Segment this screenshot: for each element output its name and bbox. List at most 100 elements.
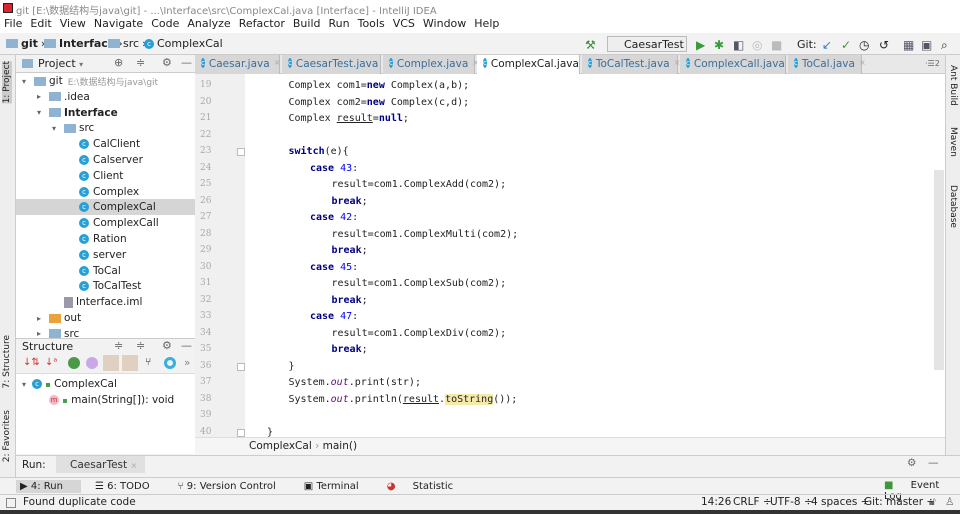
- chevron-down-icon[interactable]: ▾: [22, 77, 34, 86]
- git-commit-icon[interactable]: ✓: [841, 38, 851, 52]
- menu-tools[interactable]: Tools: [358, 17, 385, 33]
- indent-setting[interactable]: 4 spaces ÷: [811, 496, 869, 508]
- stop-icon[interactable]: ■: [771, 38, 782, 52]
- project-structure-icon[interactable]: ▦: [903, 38, 914, 52]
- inspector-icon[interactable]: ♙: [945, 496, 954, 508]
- crumb-method[interactable]: main(): [323, 440, 357, 452]
- tab-overflow-indicator[interactable]: ·☰2: [925, 59, 940, 68]
- structure-class[interactable]: ▾ c ▪ ComplexCal: [16, 376, 195, 392]
- run-icon[interactable]: ▶: [696, 38, 705, 52]
- tab-complex-java[interactable]: c Complex.java ×: [383, 55, 479, 74]
- project-view-select[interactable]: Project: [38, 57, 76, 70]
- chevron-down-icon[interactable]: ▾: [79, 60, 83, 69]
- tree-item-tocal[interactable]: c ToCal: [16, 263, 195, 279]
- stripe-ant-build[interactable]: Ant Build: [948, 65, 958, 106]
- git-update-icon[interactable]: ↙: [822, 38, 832, 52]
- tree-item-client[interactable]: c Client: [16, 168, 195, 184]
- menu-run[interactable]: Run: [329, 17, 350, 33]
- fold-marker-icon[interactable]: [237, 362, 245, 371]
- show-lambdas-icon[interactable]: ⑂: [145, 356, 151, 368]
- breadcrumb-complexcal[interactable]: c ComplexCal: [144, 37, 223, 50]
- hide-icon[interactable]: —: [181, 56, 192, 69]
- tool-statistic[interactable]: ◕ Statistic: [387, 481, 467, 492]
- rollback-icon[interactable]: ↺: [879, 38, 889, 52]
- fold-marker-icon[interactable]: [237, 148, 245, 156]
- stripe-database[interactable]: Database: [948, 185, 958, 228]
- menu-help[interactable]: Help: [474, 17, 499, 33]
- tool-terminal[interactable]: ▣ Terminal: [304, 481, 373, 492]
- collapse-icon[interactable]: ≑: [136, 56, 145, 69]
- build-hammer-icon[interactable]: ⚒: [585, 38, 596, 52]
- tab-complexcall-java[interactable]: cComplexCall.java×: [680, 55, 796, 74]
- git-branch[interactable]: Git: master ÷: [864, 496, 935, 508]
- crumb-class[interactable]: ComplexCal: [249, 440, 312, 452]
- search-icon[interactable]: ⌕: [941, 38, 948, 53]
- tree-item-interface[interactable]: ▾ Interface: [16, 105, 195, 121]
- tab-caesar-java[interactable]: c Caesar.java ×: [195, 55, 280, 74]
- close-icon[interactable]: ×: [859, 58, 866, 74]
- close-icon[interactable]: ×: [274, 58, 281, 74]
- tab-caesartest-java[interactable]: cCaesarTest.java×: [282, 55, 389, 74]
- hide-icon[interactable]: —: [928, 457, 939, 469]
- tool-run[interactable]: ▶ 4: Run: [16, 479, 81, 493]
- menu-edit[interactable]: Edit: [30, 17, 51, 33]
- debug-icon[interactable]: ✱: [714, 38, 724, 52]
- menu-navigate[interactable]: Navigate: [94, 17, 143, 33]
- hide-icon[interactable]: —: [181, 339, 192, 352]
- breadcrumb-git[interactable]: git ›: [6, 37, 45, 50]
- breadcrumb-src[interactable]: src ›: [108, 37, 146, 50]
- tool-todo[interactable]: ☰ 6: TODO: [95, 481, 164, 492]
- show-properties-icon[interactable]: [86, 357, 98, 369]
- file-encoding[interactable]: UTF-8 ÷: [770, 496, 813, 508]
- tab-complexcal-java[interactable]: cComplexCal.java×: [477, 55, 590, 74]
- anonymous-classes-icon[interactable]: [164, 357, 176, 369]
- gear-icon[interactable]: ⚙: [162, 339, 172, 352]
- stripe-project[interactable]: 1: Project: [2, 61, 12, 104]
- collapse-all-icon[interactable]: ≑: [136, 339, 145, 352]
- tool-version-control[interactable]: ⑂ 9: Version Control: [178, 481, 290, 492]
- code-editor[interactable]: Complex com1=new Complex(a,b); Complex co…: [245, 74, 945, 437]
- history-icon[interactable]: ◷: [859, 38, 869, 52]
- tree-item-git[interactable]: ▾ git E:\数据结构与java\git: [16, 73, 195, 89]
- caret-position[interactable]: 14:26: [701, 496, 731, 508]
- tree-item-complex[interactable]: c Complex: [16, 184, 195, 200]
- run-tab-caesartest[interactable]: CaesarTest ×: [56, 456, 146, 473]
- gear-icon[interactable]: ⚙: [907, 457, 916, 469]
- coverage-icon[interactable]: ◧: [733, 38, 744, 52]
- show-fields-icon[interactable]: [103, 355, 119, 371]
- menu-vcs[interactable]: VCS: [393, 17, 415, 33]
- tab-tocaltest-java[interactable]: c ToCalTest.java ×: [582, 55, 680, 74]
- line-separator[interactable]: CRLF ÷: [733, 496, 772, 508]
- tree-item-complexcal[interactable]: c ComplexCal: [16, 199, 195, 216]
- chevron-down-icon[interactable]: ▾: [37, 108, 49, 117]
- menu-analyze[interactable]: Analyze: [187, 17, 230, 33]
- tree-item-complexcall[interactable]: c ComplexCall: [16, 215, 195, 231]
- menu-refactor[interactable]: Refactor: [239, 17, 285, 33]
- tree-item-tocaltest[interactable]: c ToCalTest: [16, 278, 195, 294]
- status-message[interactable]: Found duplicate code: [23, 496, 136, 508]
- gear-icon[interactable]: ⚙: [162, 56, 172, 69]
- sort-alpha-icon[interactable]: ↓ᵃ: [45, 357, 57, 368]
- menu-view[interactable]: View: [60, 17, 86, 33]
- stripe-maven[interactable]: Maven: [948, 127, 958, 157]
- tree-item-src[interactable]: ▸ src: [16, 326, 195, 338]
- stripe-structure[interactable]: 7: Structure: [2, 335, 12, 389]
- locate-icon[interactable]: ⊕: [114, 56, 123, 69]
- tree-item-out[interactable]: ▸ out: [16, 310, 195, 326]
- tree-item-ration[interactable]: c Ration: [16, 231, 195, 247]
- menu-window[interactable]: Window: [423, 17, 466, 33]
- tree-item-interface-iml[interactable]: Interface.iml: [16, 294, 195, 310]
- tree-item-calclient[interactable]: c CalClient: [16, 136, 195, 152]
- fold-marker-icon[interactable]: [237, 428, 245, 437]
- chevron-right-icon[interactable]: ▸: [37, 329, 49, 338]
- lock-icon[interactable]: 🔓︎: [929, 496, 936, 509]
- run-config-select[interactable]: CaesarTest ▾: [607, 36, 687, 63]
- presentation-icon[interactable]: ▣: [921, 38, 932, 52]
- expand-all-icon[interactable]: ≑: [114, 339, 123, 352]
- tree-item-src[interactable]: ▾ src: [16, 120, 195, 136]
- chevron-down-icon[interactable]: ▾: [52, 124, 64, 133]
- status-toggle-icon[interactable]: [6, 498, 16, 508]
- menu-file[interactable]: File: [4, 17, 22, 33]
- profile-icon[interactable]: ◎: [752, 38, 762, 52]
- more-icon[interactable]: »: [184, 357, 190, 369]
